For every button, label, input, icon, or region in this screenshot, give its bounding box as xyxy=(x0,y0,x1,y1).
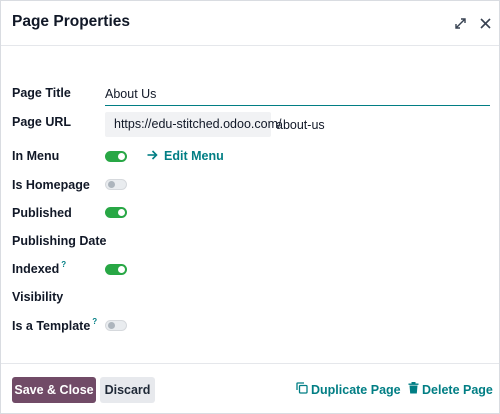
publishing-date-label: Publishing Date xyxy=(12,234,107,248)
dialog-header: Page Properties xyxy=(1,1,499,46)
indexed-label: Indexed? xyxy=(12,260,66,276)
toggle-knob xyxy=(108,322,115,329)
trash-icon xyxy=(408,382,419,397)
page-properties-dialog: Page Properties Page Title Page URL http… xyxy=(0,0,500,414)
page-url-label: Page URL xyxy=(12,115,72,129)
arrow-right-icon xyxy=(147,149,158,163)
in-menu-label: In Menu xyxy=(12,149,60,163)
close-icon[interactable] xyxy=(477,15,493,31)
delete-page-label: Delete Page xyxy=(422,382,493,397)
save-close-button[interactable]: Save & Close xyxy=(12,377,96,403)
edit-menu-label: Edit Menu xyxy=(164,149,224,163)
is-template-toggle[interactable] xyxy=(105,320,127,331)
published-toggle[interactable] xyxy=(105,207,127,218)
is-homepage-label: Is Homepage xyxy=(12,178,90,192)
page-url-input[interactable] xyxy=(276,117,486,133)
toggle-knob xyxy=(118,266,125,273)
is-homepage-toggle[interactable] xyxy=(105,179,127,190)
in-menu-toggle[interactable] xyxy=(105,151,127,162)
page-title-input[interactable] xyxy=(105,85,490,106)
expand-icon[interactable] xyxy=(452,15,468,31)
help-marker[interactable]: ? xyxy=(92,317,97,326)
visibility-label: Visibility xyxy=(12,290,64,304)
toggle-knob xyxy=(118,153,125,160)
published-label: Published xyxy=(12,206,72,220)
indexed-label-text: Indexed xyxy=(12,262,60,276)
discard-button[interactable]: Discard xyxy=(100,377,155,403)
duplicate-page-button[interactable]: Duplicate Page xyxy=(296,382,401,397)
dialog-footer: Save & Close Discard Duplicate Page Dele… xyxy=(1,363,499,413)
toggle-knob xyxy=(118,209,125,216)
indexed-toggle[interactable] xyxy=(105,264,127,275)
page-title-label: Page Title xyxy=(12,86,71,100)
delete-page-button[interactable]: Delete Page xyxy=(408,382,493,397)
toggle-knob xyxy=(108,181,115,188)
dialog-title: Page Properties xyxy=(12,13,131,30)
page-url-prefix: https://edu-stitched.odoo.com/ xyxy=(105,112,281,137)
copy-icon xyxy=(296,382,308,397)
is-template-label: Is a Template? xyxy=(12,317,97,333)
edit-menu-link[interactable]: Edit Menu xyxy=(147,149,224,163)
help-marker[interactable]: ? xyxy=(61,260,66,269)
is-template-label-text: Is a Template xyxy=(12,319,91,333)
duplicate-page-label: Duplicate Page xyxy=(311,382,401,397)
